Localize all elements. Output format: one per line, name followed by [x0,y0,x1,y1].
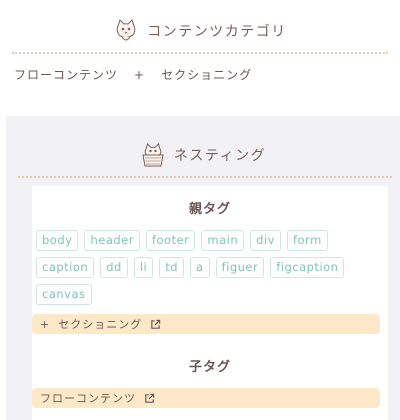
external-link-icon [145,393,155,403]
plus-sign: + [40,317,51,331]
parent-tag-title: 親タグ [188,202,231,217]
tag-body[interactable]: body [36,230,79,251]
child-tag-title: 子タグ [188,360,231,375]
content-category-header: コンテンツカテゴリ [0,14,400,48]
divider [18,176,392,178]
cat-icon [116,19,136,41]
flow-content-link[interactable]: フローコンテンツ [32,388,380,408]
tag-main[interactable]: main [201,230,245,251]
category-flow-content: フローコンテンツ [14,68,119,82]
tag-footer[interactable]: footer [145,230,196,251]
divider [12,52,388,54]
tag-figcaption[interactable]: figcaption [270,257,345,278]
tag-form[interactable]: form [286,230,328,251]
tag-div[interactable]: div [250,230,281,251]
tag-td[interactable]: td [159,257,185,278]
category-sectioning: セクショニング [161,68,253,82]
tag-caption[interactable]: caption [36,257,95,278]
nesting-title: ネスティング [173,148,267,164]
tag-a[interactable]: a [190,257,210,278]
parent-tag-list: body header footer main div form caption… [36,230,376,305]
flow-content-link-label: フローコンテンツ [40,392,136,405]
nesting-panel: ネスティング 親タグ body header footer main div f… [6,116,400,420]
tag-header[interactable]: header [84,230,140,251]
cat-basket-icon [142,143,164,167]
category-list: フローコンテンツ + セクショニング [14,66,252,83]
external-link-icon [151,319,161,329]
tag-li[interactable]: li [133,257,154,278]
plus-sign: + [134,67,146,82]
nesting-card: 親タグ body header footer main div form cap… [32,186,388,420]
sectioning-link-label: セクショニング [58,318,143,331]
tag-figuer[interactable]: figuer [215,257,265,278]
content-category-title: コンテンツカテゴリ [147,24,287,40]
tag-dd[interactable]: dd [100,257,128,278]
tag-canvas[interactable]: canvas [36,284,92,305]
nesting-header: ネスティング [6,138,400,172]
sectioning-link[interactable]: + セクショニング [32,314,380,334]
